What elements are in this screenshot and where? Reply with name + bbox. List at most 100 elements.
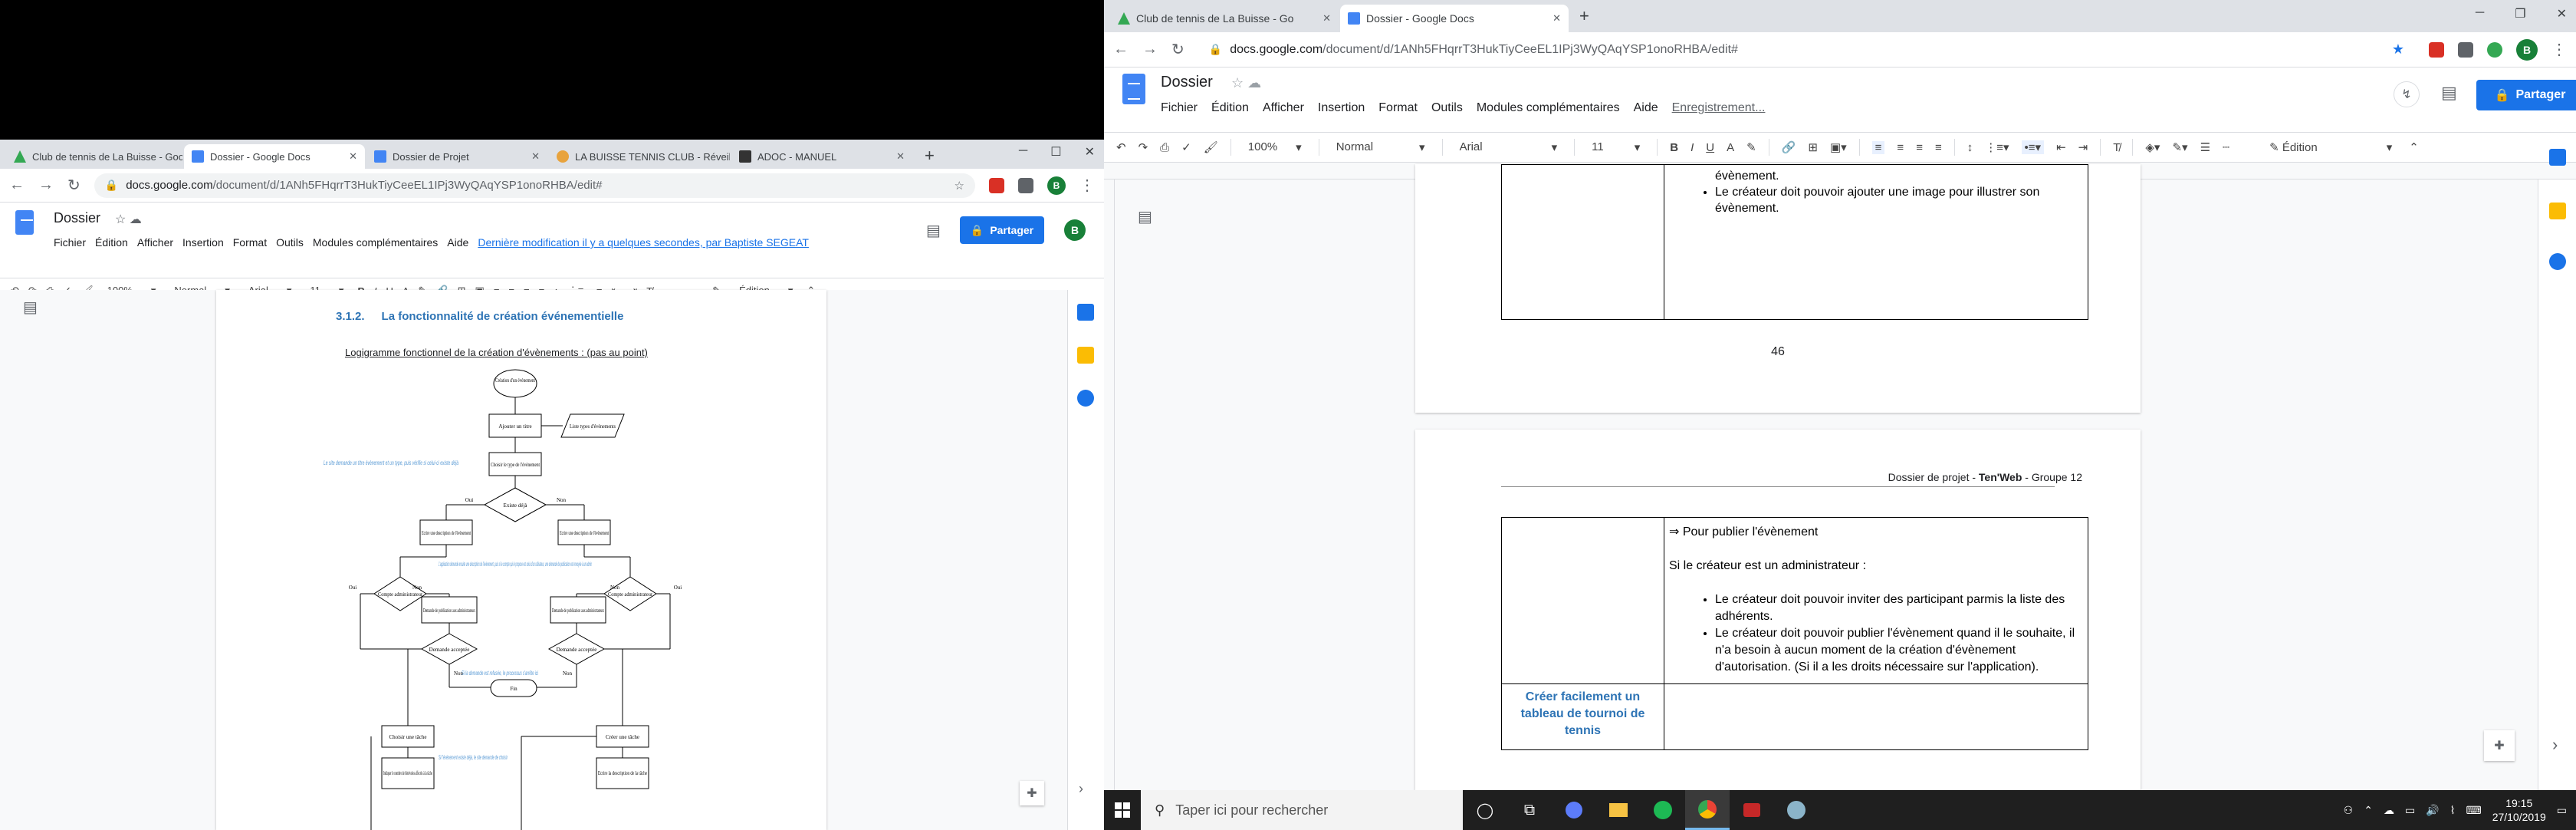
menu-modules[interactable]: Modules complémentaires xyxy=(1477,101,1620,115)
bold-icon[interactable]: B xyxy=(1670,141,1678,154)
size-select[interactable]: 11▾ xyxy=(1587,139,1644,156)
italic-icon[interactable]: I xyxy=(1691,141,1694,154)
tab-dossier[interactable]: Dossier - Google Docs ✕ xyxy=(1340,5,1569,32)
star-icon[interactable]: ★ xyxy=(2392,41,2404,58)
chrome-icon[interactable] xyxy=(1685,790,1730,830)
reload-icon[interactable]: ↻ xyxy=(1171,40,1184,59)
reload-icon[interactable]: ↻ xyxy=(67,176,80,195)
app-icon[interactable] xyxy=(1774,790,1819,830)
notifications-icon[interactable]: ▭ xyxy=(2557,804,2567,817)
task-view-icon[interactable]: ⧉ xyxy=(1507,790,1552,830)
tab-la-buisse[interactable]: LA BUISSE TENNIS CLUB - Réveil✕ xyxy=(549,144,730,169)
chevron-up-icon[interactable]: ⌃ xyxy=(2364,804,2373,817)
minimize-icon[interactable]: ─ xyxy=(1019,144,1027,160)
menu-afficher[interactable]: Afficher xyxy=(137,236,173,249)
new-tab-button[interactable]: + xyxy=(1579,6,1589,26)
keep-icon[interactable] xyxy=(2549,203,2566,219)
back-icon[interactable]: ← xyxy=(9,176,25,194)
expand-icon[interactable]: › xyxy=(2552,735,2558,755)
outline-icon[interactable]: ▤ xyxy=(1138,207,1158,227)
menu-aide[interactable]: Aide xyxy=(447,236,468,249)
last-modified-link[interactable]: Dernière modification il y a quelques se… xyxy=(478,236,809,249)
maximize-icon[interactable]: ❐ xyxy=(2515,6,2525,21)
saving-status[interactable]: Enregistrement... xyxy=(1672,101,1766,115)
indent-icon[interactable]: ⇥ xyxy=(2078,140,2088,154)
numbered-list-icon[interactable]: ⋮≡▾ xyxy=(1985,140,2009,154)
bullet-list-icon[interactable]: •≡▾ xyxy=(2021,140,2045,154)
new-tab-button[interactable]: + xyxy=(925,146,935,166)
profile-avatar[interactable]: B xyxy=(2516,38,2538,61)
spotify-icon[interactable] xyxy=(1641,790,1685,830)
outdent-icon[interactable]: ⇤ xyxy=(2056,140,2066,154)
docs-logo-icon[interactable] xyxy=(1122,74,1145,104)
calendar-icon[interactable] xyxy=(1077,304,1094,321)
document-page[interactable]: 3.1.2. La fonctionnalité de création évé… xyxy=(216,290,826,830)
cortana-icon[interactable]: ◯ xyxy=(1463,790,1507,830)
adblock-icon[interactable] xyxy=(989,177,1004,193)
align-left-icon[interactable]: ≡ xyxy=(1871,140,1885,154)
tasks-icon[interactable] xyxy=(2549,253,2566,270)
align-right-icon[interactable]: ≡ xyxy=(1916,141,1923,154)
outline-icon[interactable]: ▤ xyxy=(23,298,43,318)
menu-format[interactable]: Format xyxy=(1378,101,1418,115)
adblock-icon[interactable] xyxy=(2429,41,2444,58)
undo-icon[interactable]: ↶ xyxy=(1116,140,1126,154)
close-window-icon[interactable]: ✕ xyxy=(2557,6,2567,21)
justify-icon[interactable]: ≡ xyxy=(1935,141,1942,154)
menu-fichier[interactable]: Fichier xyxy=(54,236,86,249)
document-title[interactable]: Dossier xyxy=(1161,74,1213,91)
keyboard-icon[interactable]: ⌨ xyxy=(2466,804,2481,817)
clear-format-icon[interactable]: T̸ xyxy=(2113,141,2120,154)
menu-afficher[interactable]: Afficher xyxy=(1263,101,1304,115)
menu-modules[interactable]: Modules complémentaires xyxy=(313,236,438,249)
extension-icon[interactable] xyxy=(2458,41,2473,58)
taskbar-search[interactable]: ⚲ Taper ici pour rechercher xyxy=(1141,790,1463,830)
explore-icon[interactable]: ✚ xyxy=(1020,781,1044,805)
clock[interactable]: 19:15 27/10/2019 xyxy=(2492,796,2546,824)
share-button[interactable]: 🔒 Partager xyxy=(2476,80,2576,110)
text-color-icon[interactable]: A xyxy=(1727,141,1734,154)
comment-icon[interactable]: ⊞ xyxy=(1808,140,1818,154)
close-window-icon[interactable]: ✕ xyxy=(1085,144,1095,160)
people-icon[interactable]: ⚇ xyxy=(2344,804,2354,817)
table-cell[interactable] xyxy=(1664,683,2088,750)
close-icon[interactable]: ✕ xyxy=(1316,12,1331,25)
tray-app-icon[interactable]: ☁ xyxy=(2384,804,2394,817)
user-avatar[interactable]: B xyxy=(1064,219,1086,241)
profile-avatar[interactable]: B xyxy=(1047,176,1066,195)
menu-aide[interactable]: Aide xyxy=(1634,101,1658,115)
explore-icon[interactable]: ✚ xyxy=(2484,730,2515,761)
keep-icon[interactable] xyxy=(1077,347,1094,364)
star-icon[interactable]: ☆ xyxy=(955,179,964,193)
menu-format[interactable]: Format xyxy=(233,236,267,249)
table-cell[interactable] xyxy=(1501,517,1664,684)
app-icon[interactable] xyxy=(1730,790,1774,830)
maximize-icon[interactable]: ☐ xyxy=(1050,144,1061,160)
start-button[interactable] xyxy=(1104,790,1141,830)
close-icon[interactable]: ✕ xyxy=(343,150,357,163)
border-width-icon[interactable]: ☰ xyxy=(2200,140,2210,154)
paint-format-icon[interactable]: 🖌 xyxy=(1204,140,1218,154)
battery-icon[interactable]: ▭ xyxy=(2405,804,2415,817)
close-icon[interactable]: ✕ xyxy=(1546,12,1561,25)
url-bar[interactable]: 🔒 docs.google.com/document/d/1ANh5FHqrrT… xyxy=(94,173,975,198)
star-icon[interactable]: ☆ ☁ xyxy=(115,212,142,227)
table-cell[interactable]: ⇒ Pour publier l'évènement Si le créateu… xyxy=(1664,517,2088,684)
tab-club-tennis[interactable]: Club de tennis de La Buisse - Goo✕ xyxy=(6,144,182,169)
extension-icon[interactable] xyxy=(2487,41,2502,58)
zoom-select[interactable]: 100%▾ xyxy=(1244,139,1306,156)
tournament-requirement[interactable]: Créer facilement un tableau de tournoi d… xyxy=(1501,683,1664,750)
fill-color-icon[interactable]: ◈▾ xyxy=(2145,140,2160,154)
redo-icon[interactable]: ↷ xyxy=(1138,140,1148,154)
menu-edition[interactable]: Édition xyxy=(1211,101,1249,115)
border-dash-icon[interactable]: ┄ xyxy=(2223,140,2229,154)
extension-icon[interactable] xyxy=(1018,177,1033,193)
align-center-icon[interactable]: ≡ xyxy=(1897,141,1904,154)
expand-icon[interactable]: › xyxy=(1079,781,1083,797)
print-icon[interactable]: ⎙ xyxy=(1160,141,1169,154)
tab-dossier[interactable]: Dossier - Google Docs ✕ xyxy=(184,144,365,169)
document-page-47[interactable]: Dossier de projet - Ten'Web - Groupe 12 … xyxy=(1415,430,2141,790)
comments-icon[interactable]: ▤ xyxy=(926,221,941,240)
back-icon[interactable]: ← xyxy=(1113,41,1129,58)
line-spacing-icon[interactable]: ↕ xyxy=(1967,141,1973,154)
